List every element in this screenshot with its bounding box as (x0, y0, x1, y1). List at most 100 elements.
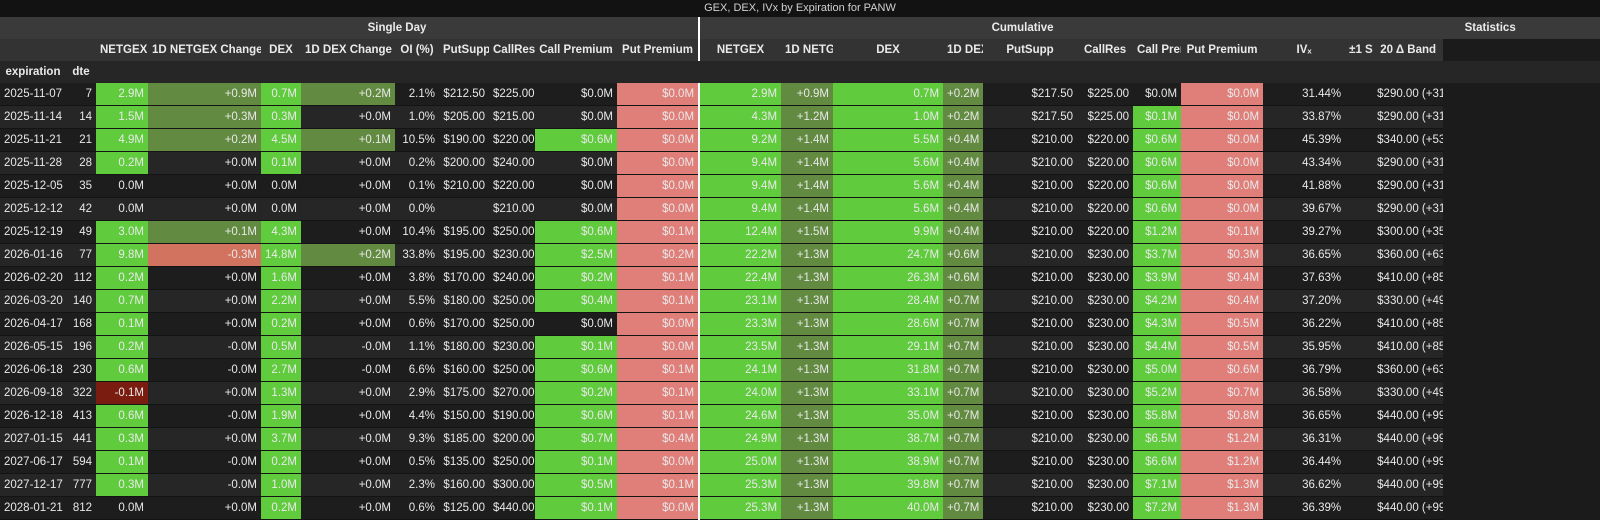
cell-cum-netgex: 22.2M (698, 243, 782, 267)
column-header-std[interactable]: ±1 STD (1345, 39, 1374, 61)
cell-cum-call-premium: $0.0M (1133, 83, 1182, 106)
cell-callres: $250.00 (489, 289, 535, 313)
cell-oi-pct: 0.1% (395, 174, 439, 198)
cell-oi-pct: 9.3% (395, 427, 439, 451)
cell-oi-pct: 4.4% (395, 404, 439, 428)
cell-call-premium: $0.2M (535, 381, 617, 405)
column-header-dex[interactable]: DEX (261, 39, 301, 61)
cell-delta-band: $290.00 (+31.33%), $245.00 (+10.96%) (1373, 151, 1444, 175)
cell-cum-call-premium: $6.5M (1133, 427, 1182, 451)
index-header-expiration[interactable]: expiration (0, 61, 66, 83)
cell-cum-1d-netgex-change: +1.3M (781, 404, 834, 428)
cell-cum-dex: 5.6M (833, 151, 944, 175)
cell-std (1345, 83, 1374, 106)
cell-ivx: 33.87% (1263, 105, 1346, 129)
column-header-putsupp[interactable]: PutSupp (439, 39, 489, 61)
cell-cum-netgex: 12.4M (698, 220, 782, 244)
cell-ivx: 36.39% (1263, 496, 1346, 520)
cell-delta-band: $290.00 (+31.33%), $230.00 (+4.16%) (1373, 83, 1444, 106)
cell-put-premium: $0.1M (617, 381, 700, 405)
column-header-1d-dex-change[interactable]: 1D DEX Change (301, 39, 395, 61)
cell-dex: 1.6M (261, 266, 301, 290)
cell-put-premium: $0.0M (617, 174, 700, 198)
cell-call-premium: $0.0M (535, 312, 617, 336)
cell-putsupp: $212.50 (439, 83, 489, 106)
cell-cum-1d-dex-change: +0.4M (943, 220, 984, 244)
cell-cum-dex: 24.7M (833, 243, 944, 267)
cell-callres: $250.00 (489, 220, 535, 244)
column-header-callres[interactable]: CallRes (489, 39, 535, 61)
cell-1d-dex-change: +0.0M (301, 450, 395, 474)
cell-cum-dex: 40.0M (833, 496, 944, 520)
cell-cum-putsupp: $210.00 (983, 335, 1078, 359)
cell-std (1345, 128, 1374, 152)
cell-call-premium: $0.0M (535, 105, 617, 129)
cell-cum-1d-dex-change: +0.7M (943, 404, 984, 428)
cell-put-premium: $0.4M (617, 427, 700, 451)
cell-std (1345, 473, 1374, 497)
cell-cum-put-premium: $0.3M (1181, 243, 1264, 267)
cell-expiration: 2026-03-20 (0, 289, 66, 313)
cell-cum-putsupp: $210.00 (983, 427, 1078, 451)
table-row: 2025-12-05 35 0.0M +0.0M 0.0M +0.0M 0.1% $210.0… (0, 174, 1600, 198)
cell-ivx: 36.31% (1263, 427, 1346, 451)
cell-cum-callres: $230.00 (1077, 404, 1134, 428)
cell-oi-pct: 1.1% (395, 335, 439, 359)
cell-callres: $300.00 (489, 473, 535, 497)
column-header-1d-netgex-change[interactable]: 1D NETGEX Change (148, 39, 261, 61)
cell-callres: $240.00 (489, 151, 535, 175)
cell-dex: 0.7M (261, 83, 301, 106)
cell-putsupp: $195.00 (439, 243, 489, 267)
column-header-cum-putsupp[interactable]: PutSupp (983, 39, 1078, 61)
column-header-cum-netgex[interactable]: NETGEX (698, 39, 782, 61)
cell-std (1345, 174, 1374, 198)
index-header-dte[interactable]: dte (66, 61, 96, 83)
column-header-cum-put-premium[interactable]: Put Premium (1181, 39, 1264, 61)
cell-oi-pct: 2.9% (395, 381, 439, 405)
cell-cum-call-premium: $7.2M (1133, 496, 1182, 520)
cell-cum-call-premium: $4.3M (1133, 312, 1182, 336)
cell-netgex: 0.1M (96, 312, 148, 336)
column-header-cum-callres[interactable]: CallRes (1077, 39, 1134, 61)
cell-cum-callres: $220.00 (1077, 151, 1134, 175)
column-header-delta-band[interactable]: 20 Δ Band (1373, 39, 1444, 61)
cell-cum-1d-dex-change: +0.7M (943, 358, 984, 382)
cell-putsupp: $150.00 (439, 404, 489, 428)
cell-cum-dex: 5.5M (833, 128, 944, 152)
cell-put-premium: $0.0M (617, 450, 700, 474)
cell-expiration: 2026-01-16 (0, 243, 66, 267)
cell-cum-netgex: 22.4M (698, 266, 782, 290)
column-header-put-premium[interactable]: Put Premium (617, 39, 700, 61)
cell-ivx: 37.20% (1263, 289, 1346, 313)
cell-callres: $190.00 (489, 404, 535, 428)
cell-cum-1d-netgex-change: +0.9M (781, 83, 834, 106)
cell-cum-netgex: 25.3M (698, 473, 782, 497)
cell-cum-1d-netgex-change: +1.4M (781, 174, 834, 198)
cell-dte: 35 (66, 174, 96, 198)
cell-dte: 812 (66, 496, 96, 520)
cell-cum-call-premium: $5.8M (1133, 404, 1182, 428)
column-header-cum-dex[interactable]: DEX (833, 39, 944, 61)
cell-expiration: 2028-01-21 (0, 496, 66, 520)
cell-cum-put-premium: $0.5M (1181, 335, 1264, 359)
cell-netgex: 2.9M (96, 83, 148, 106)
column-header-cum-call-premium[interactable]: Call Premium (1133, 39, 1182, 61)
column-header-oi-pct[interactable]: OI (%) (395, 39, 439, 61)
cell-cum-1d-dex-change: +0.7M (943, 427, 984, 451)
column-header-ivx[interactable]: IVₓ (1263, 39, 1346, 61)
cell-cum-1d-netgex-change: +1.3M (781, 473, 834, 497)
column-header-cum-1d-netgex-change[interactable]: 1D NETGEX Change (781, 39, 834, 61)
table-row: 2025-11-21 21 4.9M +0.2M 4.5M +0.1M 10.5% $190.… (0, 128, 1600, 152)
cell-ivx: 36.65% (1263, 243, 1346, 267)
cell-ivx: 31.44% (1263, 83, 1346, 106)
column-header-cum-1d-dex-change[interactable]: 1D DEX Change (943, 39, 984, 61)
cell-call-premium: $0.6M (535, 128, 617, 152)
column-header-netgex[interactable]: NETGEX (96, 39, 148, 61)
table-row: 2026-12-18 413 0.6M -0.0M 1.9M +0.0M 4.4% $150.… (0, 404, 1600, 428)
cell-std (1345, 335, 1374, 359)
cell-dte: 112 (66, 266, 96, 290)
cell-call-premium: $0.0M (535, 83, 617, 106)
cell-oi-pct: 10.4% (395, 220, 439, 244)
cell-cum-putsupp: $210.00 (983, 151, 1078, 175)
column-header-call-premium[interactable]: Call Premium (535, 39, 617, 61)
